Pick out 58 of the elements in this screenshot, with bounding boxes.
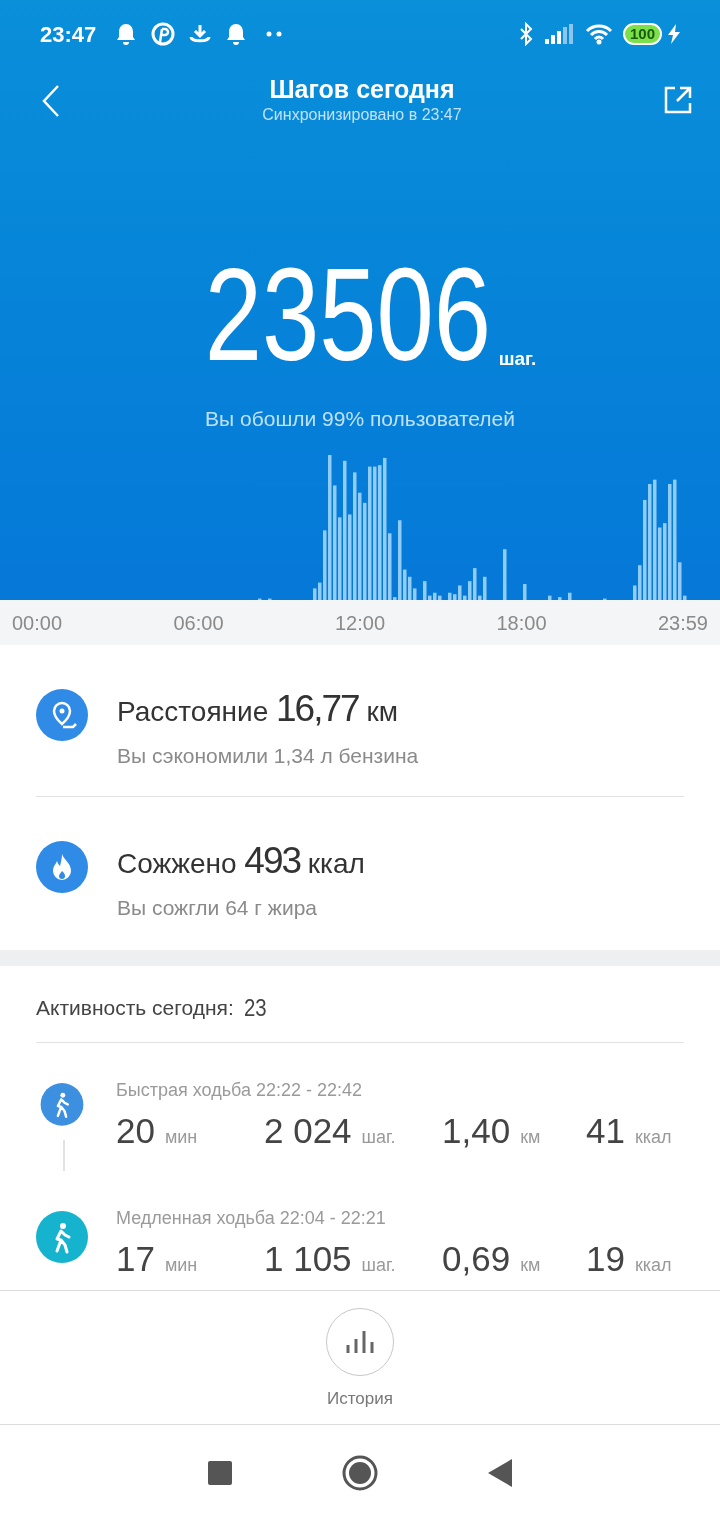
metric-value: 20 — [116, 1109, 155, 1152]
status-time: 23:47 — [40, 20, 97, 49]
time-axis-label: 18:00 — [496, 610, 547, 636]
metric-unit: км — [520, 1253, 541, 1277]
screen-title: Шагов сегодня — [269, 74, 455, 104]
activity-count: 23 — [243, 992, 267, 1023]
sync-status: Синхронизировано в 23:47 — [262, 105, 462, 125]
bluetooth-icon — [518, 22, 533, 46]
share-icon[interactable] — [662, 84, 694, 116]
pin-icon — [151, 22, 176, 46]
bar-chart-icon — [346, 1331, 374, 1353]
summary-value: Сожжено 493 ккал — [117, 841, 365, 883]
metric-value: 0,69 — [442, 1237, 511, 1280]
metric-value: 1,40 — [442, 1109, 511, 1152]
back-icon[interactable] — [40, 84, 62, 118]
metric-value: 17 — [116, 1237, 155, 1280]
metric-value: 19 — [586, 1237, 625, 1280]
download-icon — [189, 23, 212, 45]
metric-unit: ккал — [634, 1253, 672, 1277]
flame-icon — [36, 841, 88, 893]
location-pin-icon — [36, 689, 88, 741]
wifi-icon — [584, 23, 613, 45]
time-axis-label: 12:00 — [334, 610, 386, 636]
histogram-bar — [548, 595, 552, 600]
step-count: 23506 — [204, 255, 491, 375]
summary-note: Вы сэкономили 1,34 л бензина — [117, 743, 419, 769]
time-axis-label: 23:59 — [657, 610, 708, 636]
activity-label: Активность сегодня: — [36, 995, 234, 1022]
metric-unit: мин — [164, 1125, 198, 1149]
metric-unit: ккал — [634, 1125, 672, 1149]
battery-icon: 100 — [622, 23, 662, 45]
metric-unit: км — [520, 1125, 541, 1149]
metric-unit: шаг. — [361, 1253, 396, 1277]
more-icon — [266, 31, 283, 37]
summary-note: Вы сожгли 64 г жира — [117, 895, 318, 921]
summary-value: Расстояние 16,77 км — [117, 689, 399, 731]
signal-icon — [544, 24, 573, 44]
metric-unit: шаг. — [361, 1125, 396, 1149]
histogram-bar — [523, 584, 527, 600]
bell-icon — [225, 22, 248, 46]
bell-icon — [115, 22, 138, 46]
recents-icon[interactable] — [208, 1460, 232, 1485]
time-axis-label: 06:00 — [173, 610, 224, 636]
time-axis-label: 00:00 — [12, 610, 63, 636]
home-icon[interactable] — [342, 1454, 378, 1491]
step-unit: шаг. — [498, 346, 537, 371]
activity-title: Быстрая ходьба 22:22 - 22:42 — [116, 1078, 364, 1101]
metric-value: 41 — [586, 1109, 625, 1152]
metric-value: 1 105 — [264, 1237, 352, 1280]
metric-value: 2 024 — [264, 1109, 352, 1152]
activity-title: Медленная ходьба 22:04 - 22:21 — [116, 1206, 387, 1229]
histogram-bar — [568, 592, 572, 600]
metric-unit: мин — [164, 1253, 198, 1277]
histogram-bar — [503, 549, 507, 600]
ranking-note: Вы обошли 99% пользователей — [205, 406, 515, 432]
charging-icon — [668, 24, 680, 44]
history-label: История — [327, 1388, 393, 1410]
back-nav-icon[interactable] — [488, 1458, 512, 1487]
